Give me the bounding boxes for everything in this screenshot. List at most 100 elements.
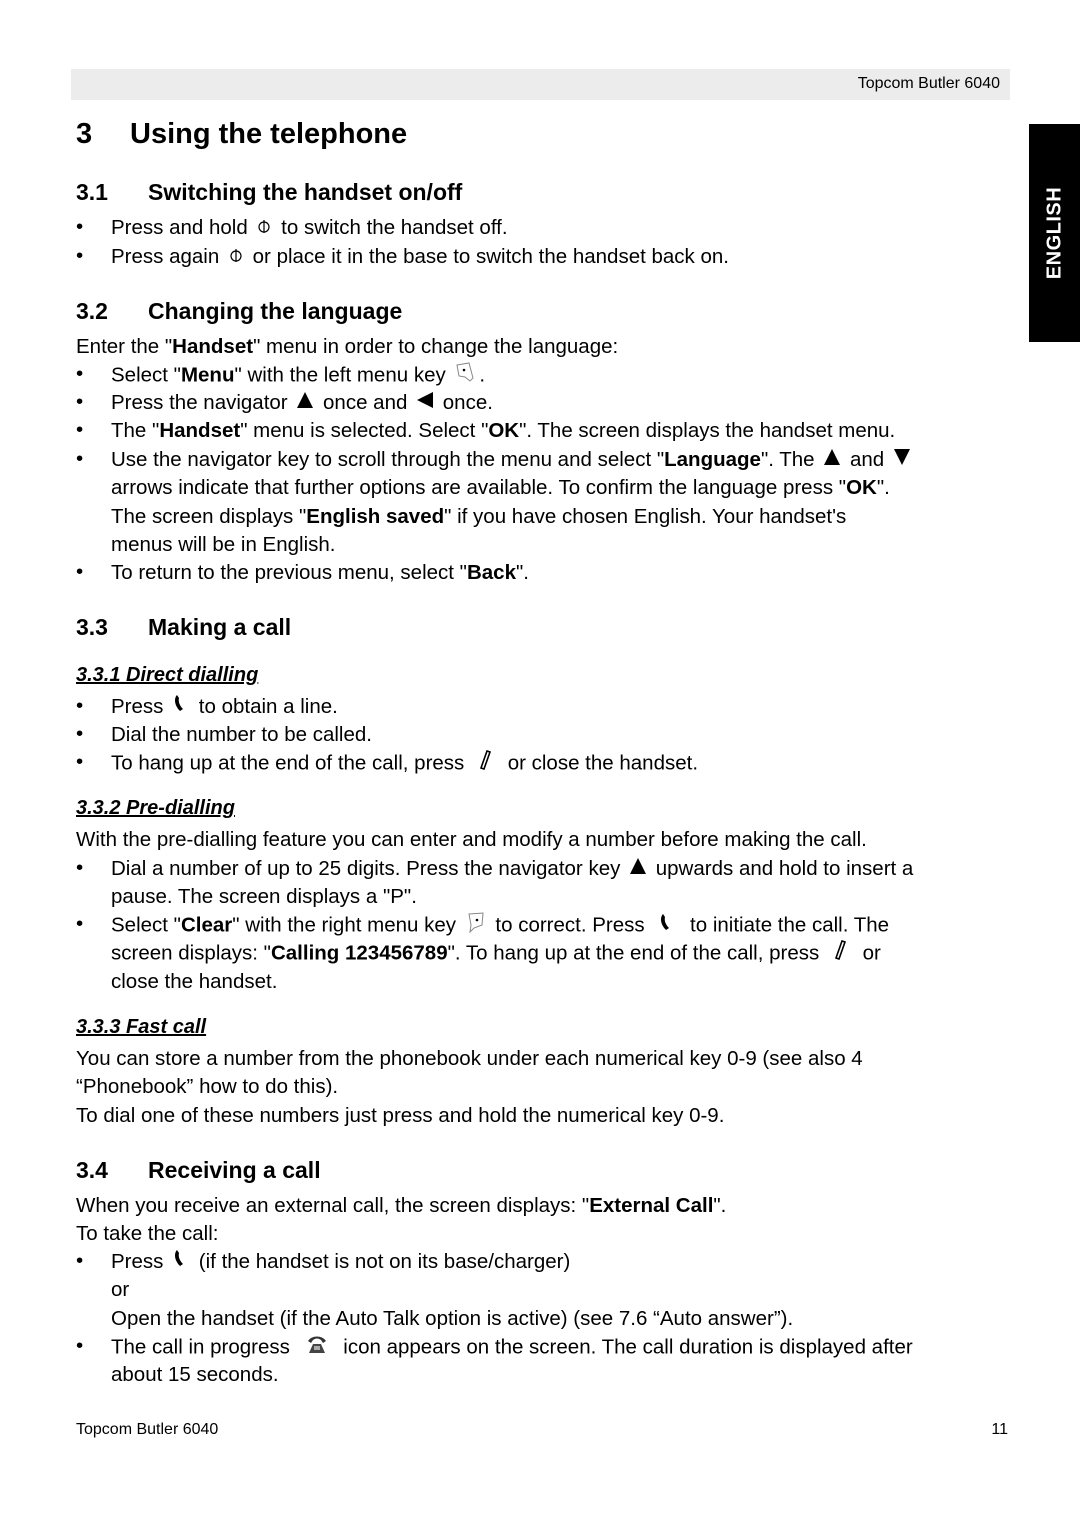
bullet: • (76, 694, 84, 717)
text-bold: Menu (180, 363, 235, 387)
text: to correct. Press (489, 913, 651, 937)
hang-up-key-icon (833, 939, 849, 969)
text: screen displays: " (111, 942, 271, 966)
bullet: • (76, 362, 84, 385)
list-item: To hang up at the end of the call, press… (111, 749, 1011, 777)
power-key-icon (228, 243, 244, 271)
text: icon appears on the screen. The call dur… (337, 1335, 913, 1359)
list-item: The "Handset" menu is selected. Select "… (111, 417, 1011, 445)
bullet: • (76, 418, 84, 441)
up-arrow-icon (296, 389, 314, 417)
page-number: 11 (991, 1421, 1008, 1438)
list-item: Use the navigator key to scroll through … (111, 446, 1011, 560)
paragraph: “Phonebook” how to do this). (76, 1075, 339, 1098)
text: and (844, 448, 890, 471)
text: ". The (760, 448, 821, 471)
text: ". (713, 1194, 727, 1217)
text: close the handset. (111, 969, 278, 993)
text: once. (437, 391, 493, 414)
subsection-heading-3-3-1: 3.3.1 Direct dialling (76, 664, 259, 686)
bullet: • (76, 1249, 84, 1272)
list-item: Press the navigator once and once. (111, 389, 1011, 417)
bullet: • (76, 856, 84, 879)
down-arrow-icon (893, 446, 911, 474)
paragraph: You can store a number from the phoneboo… (76, 1047, 863, 1070)
bullet: • (76, 560, 84, 583)
text: Press (111, 1250, 170, 1273)
paragraph: When you receive an external call, the s… (76, 1192, 726, 1220)
section-title: Receiving a call (148, 1157, 321, 1183)
list-item: Select "Clear" with the right menu key t… (111, 911, 1011, 996)
section-number: 3.3 (76, 614, 108, 640)
text: Press (111, 695, 170, 718)
paragraph: With the pre-dialling feature you can en… (76, 828, 867, 851)
text: ". (876, 476, 890, 500)
up-arrow-icon (629, 855, 647, 883)
text: Enter the " (76, 335, 173, 358)
list-item: Select "Menu" with the left menu key . (111, 361, 1011, 389)
paragraph: To dial one of these numbers just press … (76, 1104, 725, 1127)
bullet: • (76, 215, 84, 238)
text: Press the navigator (111, 391, 294, 414)
bullet: • (76, 750, 84, 773)
text: " menu in order to change the language: (253, 335, 619, 358)
text: The call in progress (111, 1335, 296, 1359)
text: To hang up at the end of the call, press (111, 751, 470, 775)
text: or place it in the base to switch the ha… (246, 245, 729, 268)
text-bold: Clear (180, 913, 233, 937)
text: about 15 seconds. (111, 1363, 279, 1387)
text-bold: External Call (589, 1194, 714, 1217)
up-arrow-icon (823, 446, 841, 474)
bullet: • (76, 244, 84, 267)
hang-up-key-icon (478, 749, 494, 779)
text-bold: OK (846, 476, 877, 500)
text-bold: English saved (306, 504, 445, 528)
text-bold: Handset (172, 335, 254, 358)
paragraph: Enter the "Handset" menu in order to cha… (76, 333, 618, 361)
section-number: 3.1 (76, 179, 108, 205)
left-menu-key-icon (454, 361, 476, 391)
list-item: Dial a number of up to 25 digits. Press … (111, 855, 1011, 912)
section-title: Changing the language (148, 298, 403, 324)
section-title: Making a call (148, 614, 292, 640)
section-heading-3-1: 3.1 Switching the handset on/off (76, 179, 462, 206)
text: arrows indicate that further options are… (111, 476, 847, 500)
text: pause. The screen displays a "P". (111, 885, 417, 909)
text: " menu is selected. Select " (240, 419, 489, 442)
text: " with the left menu key (234, 363, 452, 387)
section-number: 3.2 (76, 298, 108, 324)
text: The " (111, 419, 160, 442)
text: Press and hold (111, 216, 254, 239)
text: (if the handset is not on its base/charg… (193, 1250, 571, 1273)
text: Select " (111, 363, 181, 387)
text: . (479, 363, 486, 387)
section-title: Switching the handset on/off (148, 179, 463, 205)
talk-key-icon (172, 693, 190, 721)
section-number: 3.4 (76, 1157, 108, 1183)
text: menus will be in English. (111, 533, 336, 557)
bullet: • (76, 1334, 84, 1357)
text: to initiate the call. The (684, 913, 890, 937)
call-in-progress-icon (306, 1333, 328, 1363)
talk-key-icon (658, 912, 676, 940)
chapter-heading: 3 Using the telephone (76, 118, 407, 151)
text: When you receive an external call, the s… (76, 1194, 590, 1217)
section-heading-3-2: 3.2 Changing the language (76, 298, 402, 325)
text: To return to the previous menu, select " (111, 561, 467, 584)
text: once and (317, 391, 414, 414)
section-heading-3-3: 3.3 Making a call (76, 614, 291, 641)
text: ". To hang up at the end of the call, pr… (447, 942, 825, 966)
text: Dial a number of up to 25 digits. Press … (111, 857, 627, 880)
text: Use the navigator key to scroll through … (111, 448, 665, 471)
text: Dial the number to be called. (111, 723, 372, 746)
text: or close the handset. (502, 751, 699, 775)
section-heading-3-4: 3.4 Receiving a call (76, 1157, 321, 1184)
power-key-icon (256, 214, 272, 242)
text: or (111, 1278, 130, 1302)
text: to switch the handset off. (275, 216, 508, 239)
list-item: Press again or place it in the base to s… (111, 243, 1011, 271)
text: or (856, 942, 881, 966)
text-bold: Language (664, 448, 761, 471)
text-bold: Back (466, 561, 516, 584)
list-item: The call in progress icon appears on the… (111, 1333, 1011, 1390)
